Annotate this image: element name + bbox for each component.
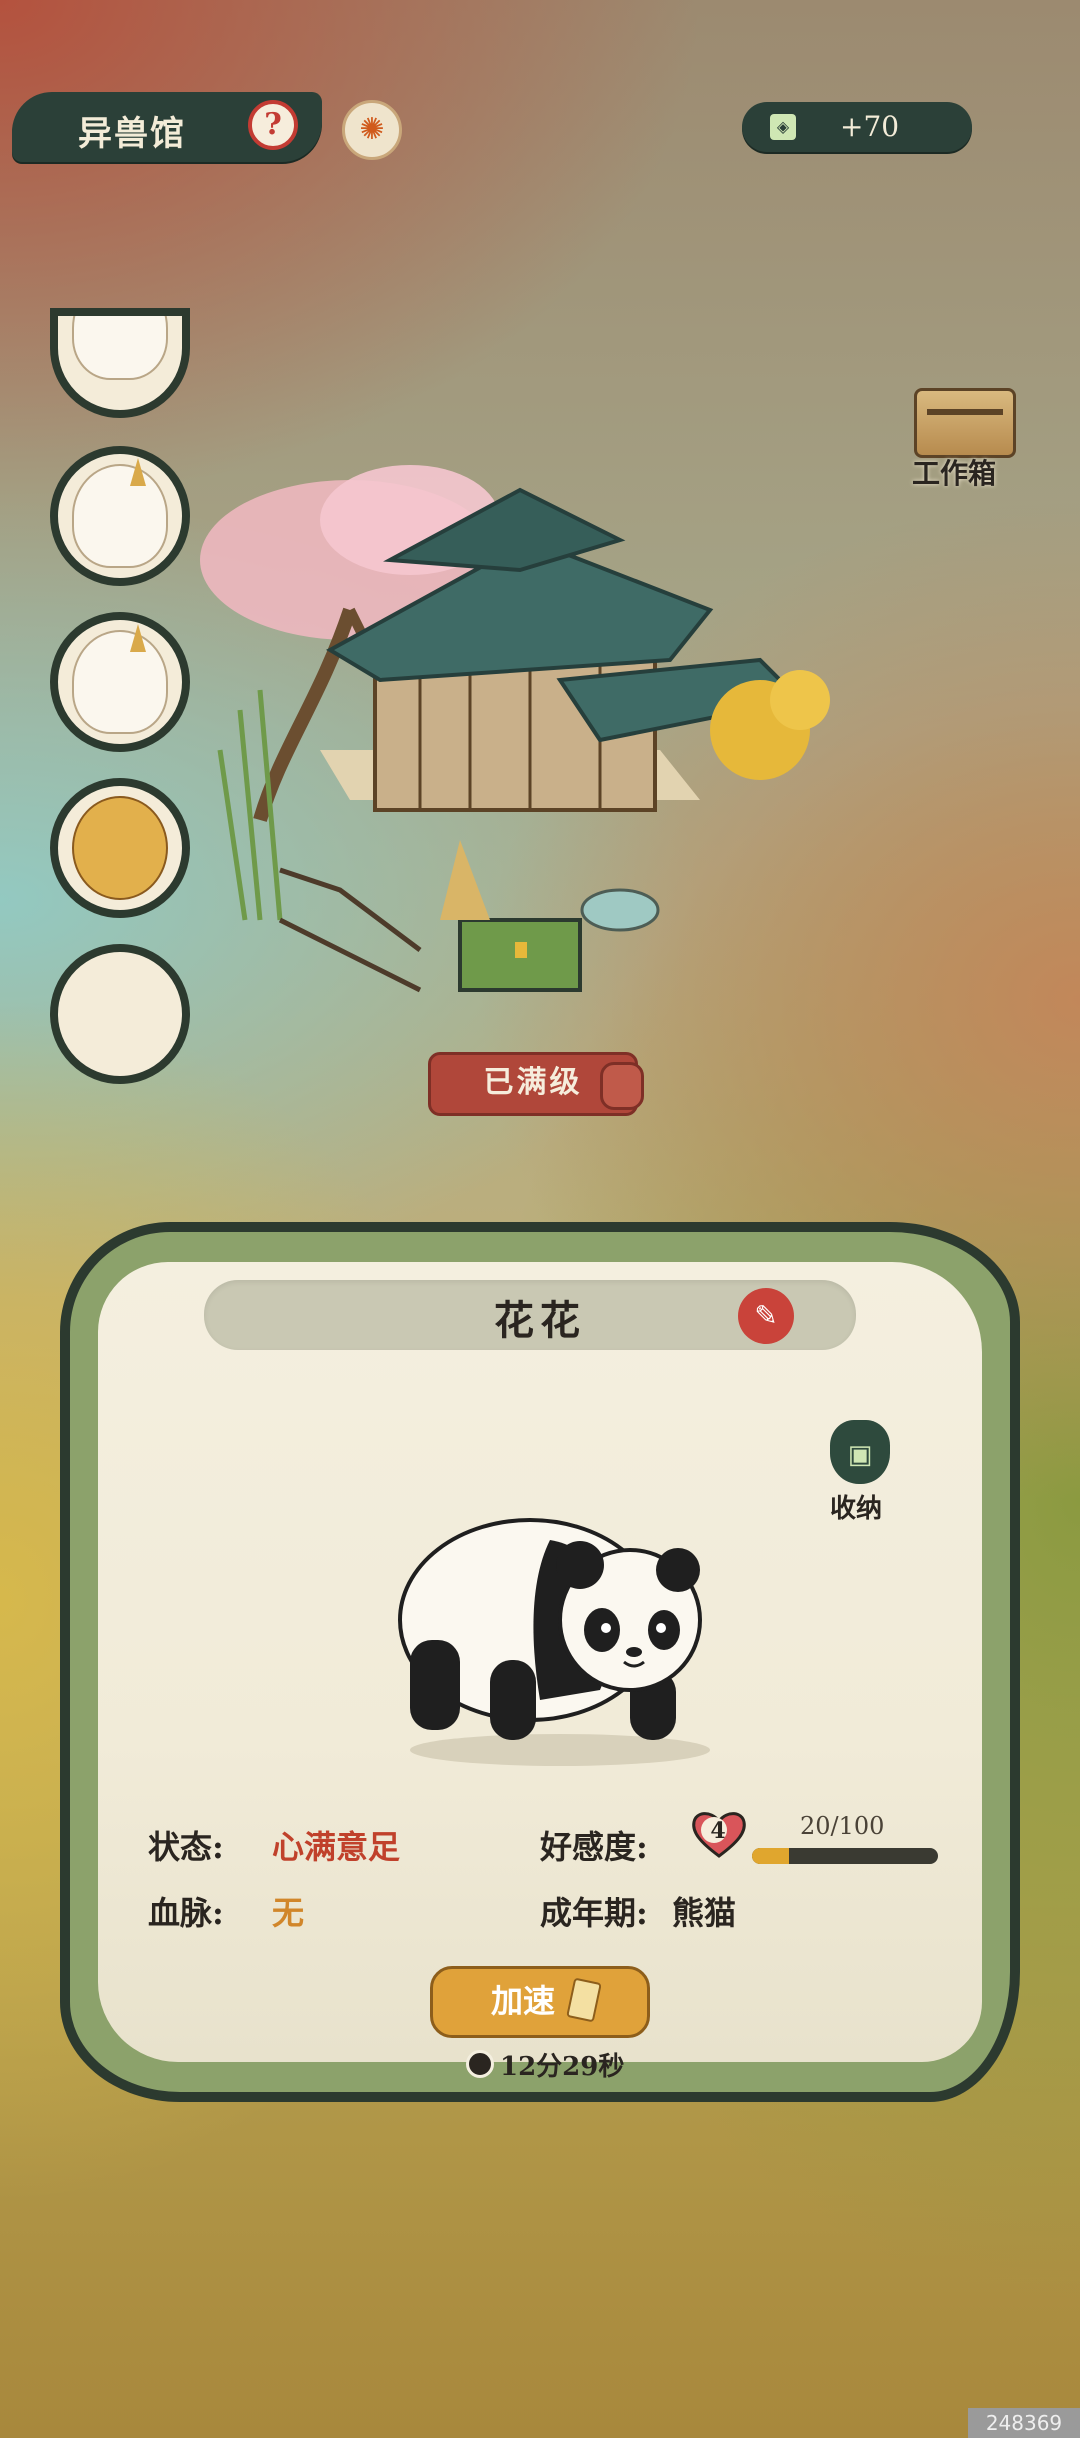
- status-label: 状态:: [148, 1828, 224, 1866]
- adult-stage-label: 成年期:: [540, 1894, 648, 1932]
- beast-slot-4[interactable]: [50, 778, 190, 918]
- jade-token-icon: ◈: [770, 114, 796, 140]
- affection-label: 好感度:: [540, 1828, 648, 1866]
- bloodline-value: 无: [272, 1894, 305, 1932]
- affection-progress-fill: [752, 1848, 790, 1864]
- speed-up-button[interactable]: 加速: [430, 1966, 650, 2038]
- beast-slot-empty[interactable]: [50, 944, 190, 1084]
- storage-bag-icon[interactable]: ▣: [830, 1420, 890, 1484]
- workbox-label[interactable]: 工作箱: [912, 452, 996, 492]
- bloodline-label: 血脉:: [148, 1894, 224, 1932]
- affection-level: 4: [710, 1818, 726, 1844]
- fox-beast-avatar: [72, 316, 168, 380]
- clock-icon: [466, 2050, 494, 2078]
- watermark: 248369: [968, 2408, 1080, 2438]
- help-icon[interactable]: ?: [248, 100, 298, 150]
- currency-value: +70: [840, 110, 900, 143]
- countdown-timer: 12分29秒: [500, 2052, 625, 2082]
- adult-stage-value: 熊猫: [672, 1894, 737, 1932]
- unicorn-horse-avatar: [72, 624, 168, 734]
- rename-brush-icon[interactable]: ✎: [738, 1288, 794, 1344]
- storage-label[interactable]: 收纳: [830, 1488, 882, 1525]
- beast-slot-3[interactable]: [50, 612, 190, 752]
- beast-name: 花花: [494, 1297, 586, 1344]
- affection-progress-bar: [752, 1848, 938, 1864]
- beast-slot-1[interactable]: [50, 308, 190, 418]
- status-value: 心满意足: [272, 1828, 401, 1866]
- beast-pavilion-illustration[interactable]: [200, 450, 840, 1010]
- affection-progress-text: 20/100: [800, 1812, 885, 1840]
- phoenix-icon[interactable]: ✺: [342, 100, 402, 160]
- beast-slot-2[interactable]: [50, 446, 190, 586]
- thumbs-up-icon: [600, 1062, 644, 1110]
- unicorn-horse-avatar: [72, 458, 168, 568]
- monkey-king-avatar: [72, 796, 168, 900]
- treasure-chest-icon[interactable]: [914, 388, 1016, 458]
- page-title: 异兽馆: [78, 114, 186, 154]
- panda-illustration: [398, 1518, 710, 1766]
